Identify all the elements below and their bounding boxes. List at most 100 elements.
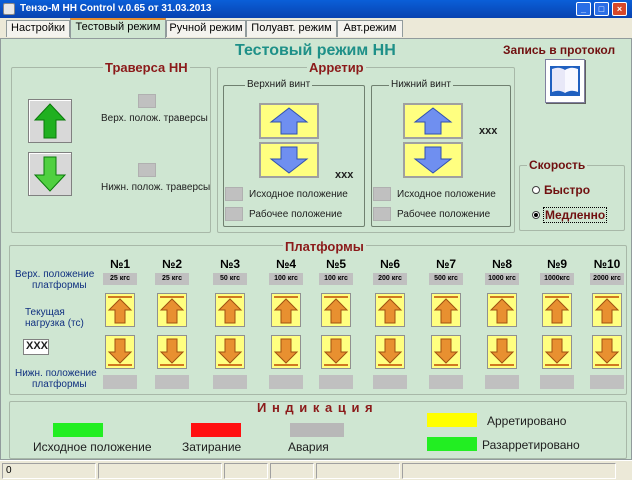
arrow-up-icon [323,296,349,324]
top-screw-work-label: Рабочее положение [249,209,343,220]
platform-down-button[interactable] [321,335,351,369]
test-mode-panel: Тестовый режим НН Запись в протокол Трав… [0,38,632,460]
traverse-lower-indicator [138,163,156,177]
traverse-upper-indicator [138,94,156,108]
platform-up-button[interactable] [487,293,517,327]
status-panel-2 [98,463,222,479]
speed-slow-label[interactable]: Медленно [543,207,608,223]
platform-lower-indicator [485,375,519,389]
bottom-screw-down-button[interactable] [403,142,463,178]
platform-down-button[interactable] [105,335,135,369]
bottom-screw-work-indicator [373,207,391,221]
arrow-up-icon [544,296,570,324]
platform-up-button[interactable] [592,293,622,327]
tab-bar: Настройки Тестовый режим Ручной режим По… [0,18,632,38]
platform-down-button[interactable] [592,335,622,369]
platform-capacity: 1000кгс [540,273,574,285]
book-icon [550,66,580,96]
arrow-down-icon [413,146,453,174]
platform-up-button[interactable] [431,293,461,327]
arrow-up-icon [413,107,453,135]
platform-upper-label-1: Верх. положение [15,269,95,280]
platform-down-button[interactable] [215,335,245,369]
minimize-button[interactable]: _ [576,2,591,16]
page-title: Тестовый режим НН [235,42,396,59]
status-panel-4 [270,463,314,479]
bottom-screw-work-label: Рабочее положение [397,209,491,220]
traverse-down-button[interactable] [28,152,72,196]
platform-number: №3 [219,257,241,271]
bottom-screw-value: ххх [479,125,498,137]
arrested-indicator [427,413,477,427]
window-title: Тензо-М НН Control v.0.65 от 31.03.2013 [20,3,212,14]
traverse-up-button[interactable] [28,99,72,143]
arrow-down-icon [323,338,349,366]
arrow-up-icon [273,296,299,324]
platform-capacity: 25 кгс [155,273,189,285]
arrow-down-icon [33,156,67,192]
platform-up-button[interactable] [271,293,301,327]
platform-up-button[interactable] [157,293,187,327]
arrow-up-icon [217,296,243,324]
close-button[interactable]: × [612,2,627,16]
arrow-up-icon [594,296,620,324]
indication-title: И н д и к а ц и я [257,400,374,415]
platform-upper-label-2: платформы [32,280,87,291]
bottom-screw-home-label: Исходное положение [397,189,496,200]
status-panel-6 [402,463,616,479]
unarrested-indicator [427,437,477,451]
speed-fast-label[interactable]: Быстро [544,183,590,197]
platform-down-button[interactable] [487,335,517,369]
unarrested-indicator-label: Разарретировано [482,438,580,452]
alarm-indicator-label: Авария [288,440,329,454]
tab-settings[interactable]: Настройки [6,20,70,37]
top-screw-home-label: Исходное положение [249,189,348,200]
platform-number: №10 [593,257,621,271]
platform-number: №9 [546,257,568,271]
top-screw-up-button[interactable] [259,103,319,139]
platform-lower-indicator [373,375,407,389]
load-label-2: нагрузка (тс) [25,318,84,329]
arrow-down-icon [377,338,403,366]
platform-up-button[interactable] [321,293,351,327]
arrow-down-icon [273,338,299,366]
bottom-screw-title: Нижний винт [389,79,453,90]
tab-manual-mode[interactable]: Ручной режим [166,20,246,37]
status-panel-3 [224,463,268,479]
tab-test-mode[interactable]: Тестовый режим [70,18,166,38]
tab-semiauto-mode[interactable]: Полуавт. режим [246,20,337,37]
platform-down-button[interactable] [157,335,187,369]
home-indicator-label: Исходное положение [33,440,152,454]
protocol-book-button[interactable] [545,59,585,103]
status-bar: 0 [0,460,632,480]
platform-capacity: 1000 кгс [485,273,519,285]
platform-up-button[interactable] [215,293,245,327]
platforms-group [9,245,627,395]
arrow-up-icon [107,296,133,324]
arretir-title: Арретир [307,60,366,75]
platform-lower-indicator [155,375,189,389]
platform-down-button[interactable] [542,335,572,369]
platform-down-button[interactable] [271,335,301,369]
arrow-up-icon [377,296,403,324]
platform-number: №1 [109,257,131,271]
platform-down-button[interactable] [375,335,405,369]
speed-slow-radio[interactable] [532,211,540,219]
top-screw-title: Верхний винт [245,79,313,90]
home-indicator [53,423,103,437]
platform-capacity: 100 кгс [269,273,303,285]
arrow-down-icon [594,338,620,366]
platform-up-button[interactable] [105,293,135,327]
top-screw-down-button[interactable] [259,142,319,178]
status-panel-value: 0 [2,463,96,479]
status-panel-5 [316,463,400,479]
platform-up-button[interactable] [542,293,572,327]
bottom-screw-up-button[interactable] [403,103,463,139]
platform-lower-indicator [213,375,247,389]
platform-down-button[interactable] [431,335,461,369]
maximize-button[interactable]: □ [594,2,609,16]
arrow-up-icon [33,103,67,139]
tab-auto-mode[interactable]: Авт.режим [337,20,403,37]
platform-up-button[interactable] [375,293,405,327]
speed-fast-radio[interactable] [532,186,540,194]
